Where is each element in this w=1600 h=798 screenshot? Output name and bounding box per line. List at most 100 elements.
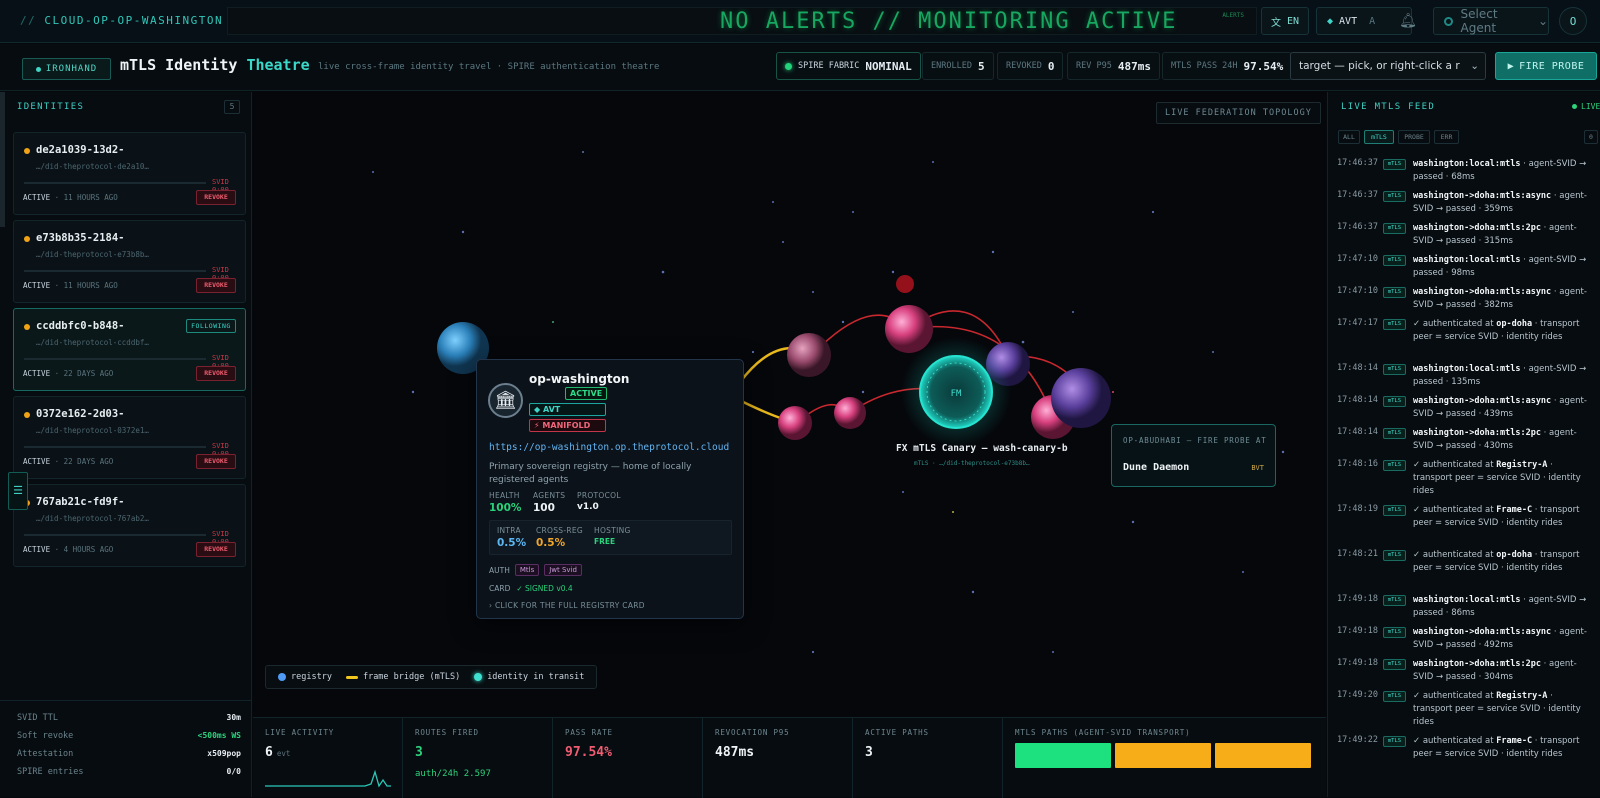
config-row: Attestation x509pop xyxy=(17,749,241,759)
metric-key: HOSTING xyxy=(594,526,631,535)
config-row: SVID TTL 30m xyxy=(17,713,241,723)
registry-card-popup[interactable]: 🏛︎ op-washington ACTIVE ◆ AVT ⚡︎ MANIFOL… xyxy=(476,359,744,619)
card-label: CARD xyxy=(489,584,511,593)
config-row: Soft revoke <500ms WS xyxy=(17,731,241,741)
filter-err[interactable]: ERR xyxy=(1434,130,1459,144)
mtls-pass-value: 97.54% xyxy=(1243,59,1284,73)
identity-card[interactable]: 0372e162-2d03- …/did-theprotocol-0372e1…… xyxy=(13,396,246,479)
age-text: 11 HOURS AGO xyxy=(63,281,118,290)
revoke-button[interactable]: REVOKE xyxy=(196,542,236,557)
full-card-label: CLICK FOR THE FULL REGISTRY CARD xyxy=(495,601,645,610)
cross-reg-metric: CROSS-REG 0.5% xyxy=(536,526,583,549)
chevron-down-icon: ⌄ xyxy=(1470,60,1479,72)
feed-text: washington->doha:mtls:async · agent-SVID… xyxy=(1413,286,1593,312)
legend-identity: identity in transit xyxy=(474,672,584,682)
identity-card[interactable]: de2a1039-13d2- …/did-theprotocol-de2a10…… xyxy=(13,132,246,215)
identity-card[interactable]: 767ab21c-fd9f- …/did-theprotocol-767ab2…… xyxy=(13,484,246,567)
status-text: ACTIVE xyxy=(23,369,51,378)
avatar[interactable]: O xyxy=(1559,7,1587,35)
topology-tag: LIVE FEDERATION TOPOLOGY xyxy=(1156,102,1321,124)
legend-label: registry xyxy=(291,672,332,682)
feed-time: 17:49:18 xyxy=(1337,626,1378,636)
bridge-swatch-icon xyxy=(345,675,358,679)
revoke-button[interactable]: REVOKE xyxy=(196,190,236,205)
language-button[interactable]: 文 EN xyxy=(1261,7,1309,35)
revoke-button[interactable]: REVOKE xyxy=(196,366,236,381)
metric-key: INTRA xyxy=(497,526,521,535)
identity-card[interactable]: e73b8b35-2184- …/did-theprotocol-e73b8b…… xyxy=(13,220,246,303)
fire-probe-button[interactable]: ▶ FIRE PROBE xyxy=(1495,52,1597,80)
ironhand-badge[interactable]: IRONHAND xyxy=(22,58,111,80)
feed-time: 17:49:18 xyxy=(1337,658,1378,668)
revoke-button[interactable]: REVOKE xyxy=(196,278,236,293)
mtls-path-bar[interactable] xyxy=(1015,743,1111,768)
feed-route: Frame-C xyxy=(1496,505,1533,515)
feed-prefix: ✓ authenticated at xyxy=(1413,460,1497,470)
feed-time: 17:46:37 xyxy=(1337,222,1378,232)
filter-probe[interactable]: PROBE xyxy=(1398,130,1430,144)
feed-text: washington:local:mtls · agent-SVID → pas… xyxy=(1413,594,1593,620)
feed-route: washington->doha:mtls:async xyxy=(1413,396,1552,406)
hosting-metric: HOSTING FREE xyxy=(594,526,631,546)
live-activity-unit: evt xyxy=(276,749,291,758)
mtls-paths-cell: MTLS PATHS (AGENT-SVID TRANSPORT) xyxy=(1003,718,1326,798)
brand-prefix: // xyxy=(20,14,37,27)
status-badge: ACTIVE xyxy=(565,387,608,400)
feed-prefix: ✓ authenticated at xyxy=(1413,736,1497,746)
metric-value: 100 xyxy=(533,502,555,514)
scrollbar[interactable] xyxy=(0,92,5,227)
chevron-right-icon: › xyxy=(489,601,493,610)
metric-key: HEALTH xyxy=(489,491,520,500)
full-card-link[interactable]: › CLICK FOR THE FULL REGISTRY CARD xyxy=(489,601,645,610)
registry-url[interactable]: https://op-washington.op.theprotocol.clo… xyxy=(489,442,729,453)
identity-card[interactable]: ccddbfc0-b848- FOLLOWING …/did-theprotoc… xyxy=(13,308,246,391)
page-title: mTLS Identity Theatre xyxy=(120,56,310,74)
canary-node[interactable]: FM xyxy=(901,337,1011,447)
feed-tag: mTLS xyxy=(1383,595,1406,606)
feed-tag: mTLS xyxy=(1383,659,1406,670)
feed-tag: mTLS xyxy=(1383,159,1406,170)
status-text: ACTIVE xyxy=(23,457,51,466)
feed-text: ✓ authenticated at op-doha · transport p… xyxy=(1413,549,1593,575)
config-key: Attestation xyxy=(17,749,74,759)
identity-name: 767ab21c-fd9f- xyxy=(36,496,125,508)
live-indicator: LIVE xyxy=(1572,102,1600,111)
feed-prefix: ✓ authenticated at xyxy=(1413,691,1497,701)
following-badge[interactable]: FOLLOWING xyxy=(186,319,236,333)
activity-sparkline xyxy=(265,769,391,788)
bell-icon[interactable]: 🔔︎ xyxy=(1396,7,1420,35)
status-dot-icon xyxy=(785,62,792,70)
feed-time: 17:48:19 xyxy=(1337,504,1378,514)
status-dot-icon xyxy=(24,148,30,154)
feed-route: Frame-C xyxy=(1496,736,1533,746)
agents-metric: AGENTS 100 xyxy=(533,491,565,514)
filter-count[interactable]: 0 xyxy=(1584,130,1598,144)
mtls-path-bar[interactable] xyxy=(1215,743,1311,768)
manifold-badge: ⚡︎ MANIFOLD xyxy=(529,419,606,432)
metric-value: 487ms xyxy=(715,745,755,760)
auth-row: AUTH Mtls Jwt Svid xyxy=(489,564,582,576)
metric-value: 97.54% xyxy=(565,745,612,760)
brand-name: CLOUD-OP-OP-WASHINGTON xyxy=(44,14,224,27)
agent-select[interactable]: Select Agent ⌄ xyxy=(1433,7,1549,35)
menu-icon[interactable]: ☰ xyxy=(8,472,28,510)
feed-text: washington->doha:mtls:async · agent-SVID… xyxy=(1413,626,1593,652)
fire-probe-tooltip[interactable]: OP-ABUDHABI — FIRE PROBE AT Dune Daemon … xyxy=(1111,424,1276,487)
svid-ttl-bar xyxy=(24,534,206,536)
revoke-button[interactable]: REVOKE xyxy=(196,454,236,469)
mtls-path-bar[interactable] xyxy=(1115,743,1211,768)
auth-chip: Mtls xyxy=(514,564,540,576)
feed-route: Registry-A xyxy=(1496,691,1548,701)
metric-key: MTLS PATHS (AGENT-SVID TRANSPORT) xyxy=(1015,728,1191,737)
filter-mtls[interactable]: mTLS xyxy=(1364,130,1394,144)
filter-all[interactable]: ALL xyxy=(1338,130,1360,144)
target-select-label: target — pick, or right-click a r xyxy=(1299,60,1460,72)
feed-time: 17:48:14 xyxy=(1337,395,1378,405)
live-dot-icon xyxy=(1572,104,1577,109)
feed-time: 17:49:18 xyxy=(1337,594,1378,604)
brand[interactable]: // CLOUD-OP-OP-WASHINGTON xyxy=(20,14,223,27)
feed-time: 17:47:17 xyxy=(1337,318,1378,328)
target-select[interactable]: target — pick, or right-click a r ⌄ xyxy=(1290,52,1486,80)
topology-canvas[interactable]: FM LIVE FEDERATION TOPOLOGY registry fra… xyxy=(253,92,1326,717)
page-subtitle: live cross-frame identity travel · SPIRE… xyxy=(318,62,660,72)
